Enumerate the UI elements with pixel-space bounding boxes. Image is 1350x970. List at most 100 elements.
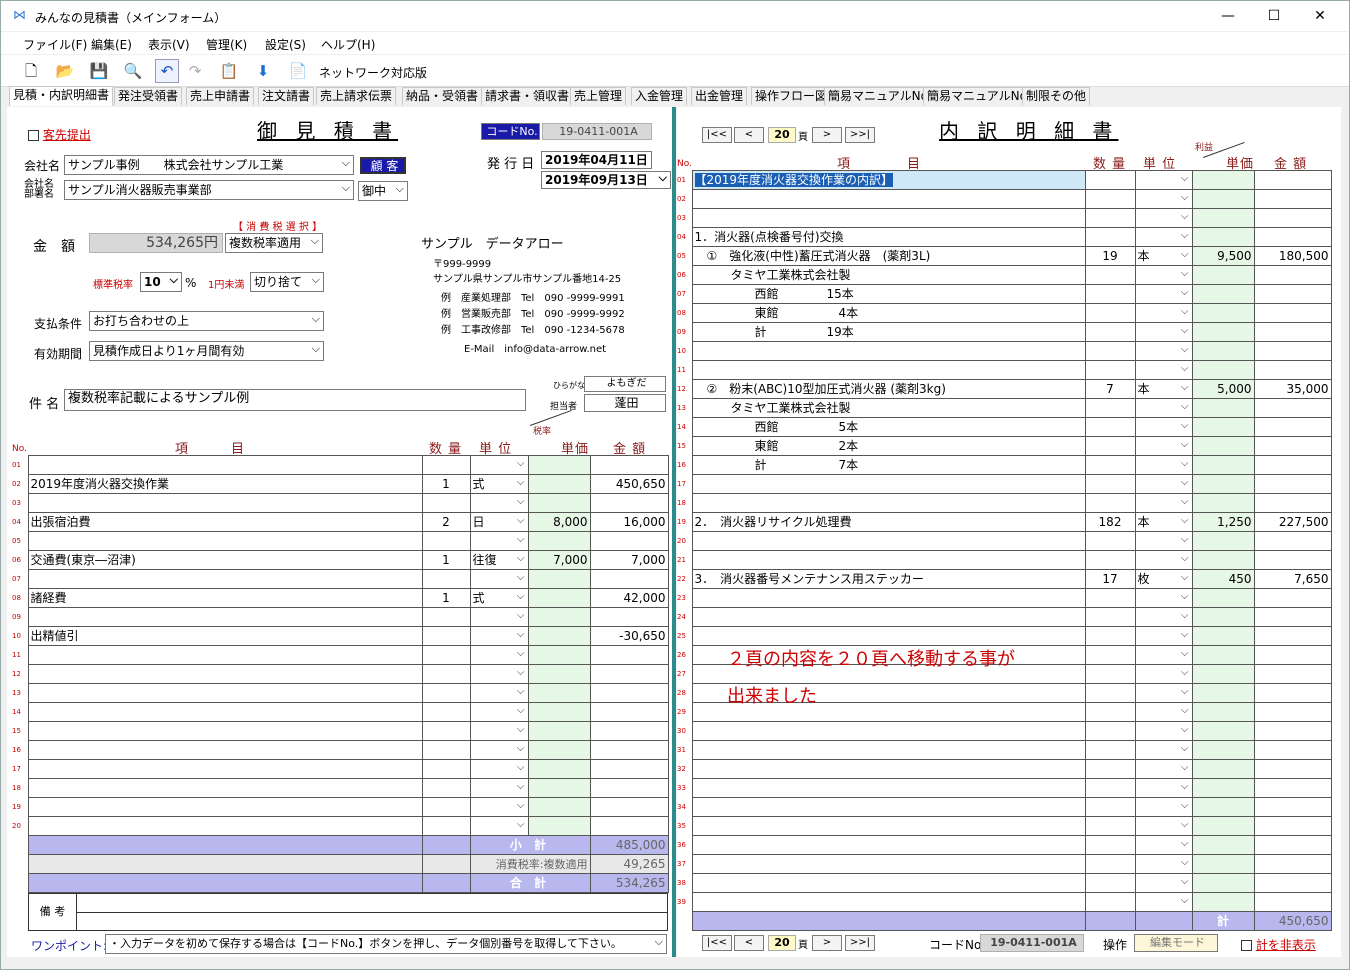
right-cell-item[interactable]: 2． 消火器リサイクル処理費 [691,512,1086,532]
left-cell-qty[interactable] [421,531,471,551]
right-cell-price[interactable] [1191,740,1255,760]
tab-payment-in[interactable]: 入金管理 [631,87,688,105]
left-cell-price[interactable] [527,702,591,722]
right-cell-item[interactable] [691,626,1086,646]
right-cell-item[interactable] [691,208,1086,228]
left-cell-amount[interactable] [589,569,669,589]
right-cell-price[interactable] [1191,873,1255,893]
right-cell-item[interactable]: 1．消火器(点検番号付)交換 [691,227,1086,247]
right-cell-unit[interactable] [1134,683,1193,703]
right-cell-qty[interactable] [1084,265,1136,285]
left-cell-amount[interactable] [589,778,669,798]
right-cell-unit[interactable] [1134,778,1193,798]
right-cell-amount[interactable] [1253,227,1332,247]
right-cell-amount[interactable]: 180,500 [1253,246,1332,266]
left-cell-unit[interactable] [469,531,529,551]
first-page-button[interactable]: |<< [702,127,732,143]
left-cell-price[interactable] [527,569,591,589]
right-cell-unit[interactable] [1134,702,1193,722]
right-cell-unit[interactable] [1134,626,1193,646]
right-cell-amount[interactable] [1253,531,1332,551]
right-cell-unit[interactable] [1134,759,1193,779]
right-cell-unit[interactable] [1134,550,1193,570]
right-cell-qty[interactable] [1084,189,1136,209]
right-cell-qty[interactable] [1084,436,1136,456]
last-page-button-bottom[interactable]: >>| [845,935,875,951]
right-cell-unit[interactable] [1134,417,1193,437]
clipboard-icon[interactable]: 📋 [217,59,241,83]
right-cell-qty[interactable] [1084,816,1136,836]
right-cell-unit[interactable] [1134,284,1193,304]
left-cell-price[interactable] [527,455,591,475]
left-cell-item[interactable]: 諸経費 [27,588,423,608]
std-rate-select[interactable]: 10 [140,272,182,292]
left-cell-item[interactable] [27,816,423,836]
left-cell-unit[interactable] [469,607,529,627]
right-cell-amount[interactable] [1253,778,1332,798]
menu-view[interactable]: 表示(V) [148,36,190,53]
menu-edit[interactable]: 編集(E) [91,36,132,53]
right-cell-qty[interactable] [1084,740,1136,760]
menu-manage[interactable]: 管理(K) [206,36,247,53]
right-cell-qty[interactable] [1084,550,1136,570]
left-cell-qty[interactable] [421,664,471,684]
left-cell-amount[interactable] [589,683,669,703]
right-cell-amount[interactable] [1253,588,1332,608]
left-cell-unit[interactable] [469,626,529,646]
left-cell-price[interactable] [527,683,591,703]
right-cell-unit[interactable] [1134,208,1193,228]
right-cell-qty[interactable] [1084,493,1136,513]
left-cell-item[interactable]: 出張宿泊費 [27,512,423,532]
right-cell-qty[interactable] [1084,664,1136,684]
right-cell-item[interactable] [691,360,1086,380]
right-cell-amount[interactable] [1253,854,1332,874]
first-page-button-bottom[interactable]: |<< [702,935,732,951]
left-cell-unit[interactable] [469,702,529,722]
right-cell-price[interactable] [1191,227,1255,247]
redo-icon[interactable]: ↷ [183,59,207,83]
minimize-button[interactable]: — [1205,1,1251,31]
right-cell-amount[interactable] [1253,436,1332,456]
right-cell-item[interactable] [691,835,1086,855]
right-cell-price[interactable] [1191,626,1255,646]
right-cell-amount[interactable] [1253,873,1332,893]
right-cell-price[interactable]: 1,250 [1191,512,1255,532]
right-cell-item[interactable]: 東館 2本 [691,436,1086,456]
left-cell-amount[interactable] [589,531,669,551]
left-cell-qty[interactable] [421,721,471,741]
left-cell-qty[interactable] [421,797,471,817]
right-cell-unit[interactable]: 本 [1134,379,1193,399]
undo-icon[interactable]: ↶ [155,59,179,83]
right-cell-price[interactable] [1191,455,1255,475]
right-cell-qty[interactable] [1084,892,1136,912]
left-cell-item[interactable]: 2019年度消火器交換作業 [27,474,423,494]
left-cell-amount[interactable] [589,455,669,475]
right-cell-qty[interactable]: 7 [1084,379,1136,399]
right-cell-item[interactable]: 西館 5本 [691,417,1086,437]
left-cell-unit[interactable] [469,664,529,684]
right-cell-item[interactable]: 3． 消火器番号メンテナンス用ステッカー [691,569,1086,589]
left-cell-item[interactable] [27,721,423,741]
right-cell-unit[interactable] [1134,854,1193,874]
right-cell-qty[interactable] [1084,474,1136,494]
right-cell-amount[interactable] [1253,721,1332,741]
tax-select[interactable]: 複数税率適用 [225,233,323,253]
menu-settings[interactable]: 設定(S) [265,36,306,53]
customer-button[interactable]: 顧 客 [360,157,406,174]
right-cell-amount[interactable] [1253,341,1332,361]
right-cell-item[interactable]: タミヤ工業株式会社製 [691,398,1086,418]
tab-flow[interactable]: 操作フロー図 [751,87,832,105]
right-cell-amount[interactable] [1253,645,1332,665]
page-number-input-bottom[interactable]: 20 [768,935,796,951]
left-cell-qty[interactable] [421,816,471,836]
left-cell-amount[interactable] [589,493,669,513]
right-cell-item[interactable] [691,816,1086,836]
left-cell-qty[interactable] [421,740,471,760]
right-cell-price[interactable] [1191,265,1255,285]
right-cell-unit[interactable] [1134,398,1193,418]
tab-order-confirm[interactable]: 注文請書 [258,87,315,105]
left-cell-unit[interactable] [469,493,529,513]
right-cell-amount[interactable] [1253,265,1332,285]
right-cell-amount[interactable] [1253,607,1332,627]
left-cell-price[interactable] [527,797,591,817]
